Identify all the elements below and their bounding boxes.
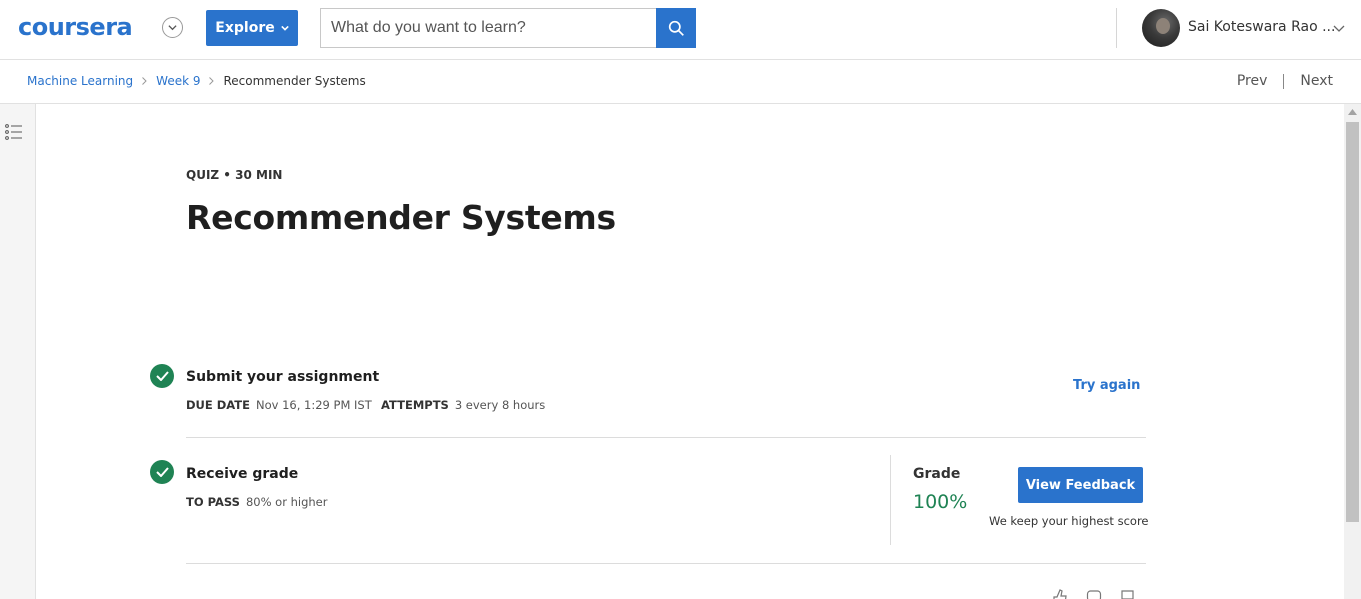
due-date: DUE DATE Nov 16, 1:29 PM IST [186,398,372,412]
attempts-value: 3 every 8 hours [454,398,546,412]
highest-score-note: We keep your highest score [989,514,1149,528]
pass-requirement: TO PASS 80% or higher [186,495,327,509]
coursera-logo[interactable]: coursera [18,13,133,41]
feedback-icons [1052,589,1136,599]
view-feedback-button[interactable]: View Feedback [1018,467,1143,503]
grade-divider [890,455,891,545]
search-input[interactable]: What do you want to learn? [320,8,656,48]
prev-next-nav: Prev Next [1237,73,1333,89]
explore-label: Explore [215,20,275,36]
top-navigation-bar: coursera Explore What do you want to lea… [0,0,1361,60]
flag-icon[interactable] [1120,589,1136,599]
due-date-value: Nov 16, 1:29 PM IST [256,398,372,412]
explore-button[interactable]: Explore [206,10,298,46]
prev-link[interactable]: Prev [1237,73,1268,89]
thumbs-up-icon[interactable] [1052,589,1068,599]
nav-divider [1283,73,1285,89]
search-button[interactable] [656,8,696,48]
left-rail [0,104,36,599]
page-title: Recommender Systems [186,198,616,237]
chevron-down-icon[interactable] [1333,22,1345,34]
scroll-up-arrow-icon[interactable] [1348,109,1357,115]
search-icon [668,20,684,36]
grade-step-title: Receive grade [186,466,299,482]
check-circle-icon [150,460,174,484]
chevron-down-icon [280,25,289,31]
breadcrumb-current: Recommender Systems [223,74,366,88]
chevron-down-icon[interactable] [162,17,183,38]
check-circle-icon [150,364,174,388]
username[interactable]: Sai Koteswara Rao ... [1188,19,1335,35]
submit-step-title: Submit your assignment [186,369,380,385]
quiz-meta: QUIZ • 30 MIN [186,168,283,182]
due-date-label: DUE DATE [186,398,250,412]
breadcrumb-course[interactable]: Machine Learning [27,74,133,88]
comment-icon[interactable] [1086,589,1102,599]
pass-value: 80% or higher [245,495,328,509]
breadcrumb-week[interactable]: Week 9 [156,74,200,88]
try-again-link[interactable]: Try again [1073,378,1140,393]
grade-label: Grade [913,466,961,482]
avatar[interactable] [1142,9,1180,47]
chevron-right-icon [141,77,148,85]
next-link[interactable]: Next [1300,73,1333,89]
section-divider [186,437,1146,438]
pass-label: TO PASS [186,495,240,509]
scrollbar-thumb[interactable] [1346,122,1359,522]
section-divider [186,563,1146,564]
breadcrumb-bar: Machine Learning Week 9 Recommender Syst… [0,60,1361,104]
breadcrumb: Machine Learning Week 9 Recommender Syst… [27,74,366,88]
attempts: ATTEMPTS 3 every 8 hours [381,398,545,412]
header-divider [1116,8,1117,48]
vertical-scrollbar[interactable] [1344,104,1361,599]
chevron-right-icon [208,77,215,85]
attempts-label: ATTEMPTS [381,398,449,412]
grade-value: 100% [913,491,968,513]
list-menu-icon[interactable] [5,124,23,140]
